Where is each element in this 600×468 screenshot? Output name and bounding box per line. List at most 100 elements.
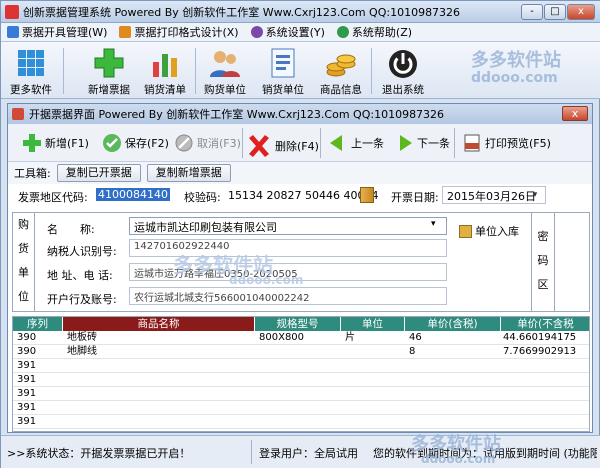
side-char: 单 [18, 266, 29, 279]
maximize-button[interactable]: □ [544, 4, 566, 20]
check-icon [102, 133, 122, 153]
table-row[interactable]: 391 [13, 359, 589, 373]
print-preview-label: 打印预览(F5) [485, 137, 551, 150]
seller-unit-label: 销货单位 [262, 84, 304, 96]
cipher-char: 码 [537, 254, 549, 267]
cell-seq: 390 [17, 332, 37, 343]
toolbar-divider [242, 128, 243, 158]
delete-x-icon [246, 133, 272, 159]
check-code-label: 校验码: [184, 191, 221, 204]
copy-new-button[interactable]: 复制新增票据 [146, 164, 231, 182]
column-header-name[interactable]: 商品名称 [63, 317, 255, 331]
buyer-side-label: 购 货 单 位 [13, 213, 35, 311]
address-label: 地 址、电 话: [47, 269, 113, 282]
table-row[interactable]: 391 [13, 373, 589, 387]
product-info-label: 商品信息 [320, 84, 362, 96]
buyer-section: 购 货 单 位 名 称: 运城市凯达印刷包装有限公司 ▾ 纳税人识别号: 142… [12, 212, 590, 312]
calculator-icon[interactable] [360, 187, 374, 203]
buyer-unit-button[interactable]: 购货单位 [197, 44, 253, 98]
invoice-close-button[interactable]: x [562, 106, 588, 121]
bank-field[interactable]: 农行运城北城支行566001040002242 [129, 287, 447, 305]
product-info-button[interactable]: 商品信息 [313, 44, 369, 98]
print-design-menu-icon [119, 26, 132, 38]
copy-issued-button[interactable]: 复制已开票据 [56, 164, 141, 182]
table-row[interactable]: 391 [13, 401, 589, 415]
prev-label: 上一条 [351, 137, 384, 150]
toolbar-divider [195, 48, 196, 94]
invoice-window: 开据票据界面 Powered By 创新软件工作室 Www.Cxrj123.Co… [7, 103, 593, 433]
add-unit-button[interactable]: 单位入库 [459, 223, 519, 239]
toolbar-divider [454, 128, 455, 158]
column-header-seq[interactable]: 序列 [13, 317, 63, 331]
region-code-label: 发票地区代码: [18, 191, 88, 204]
next-button[interactable]: 下一条 [394, 133, 450, 153]
region-code-field[interactable]: 4100084140 [96, 188, 170, 201]
column-header-unit[interactable]: 单位 [341, 317, 405, 331]
table-row[interactable]: 390 地脚线 8 7.7669902913 [13, 345, 589, 359]
login-user-text: 登录用户：全局试用 [259, 447, 358, 460]
menu-print-design[interactable]: 票据打印格式设计(X) [119, 24, 239, 40]
exit-system-button[interactable]: 退出系统 [375, 44, 431, 98]
close-button[interactable]: x [567, 4, 595, 20]
print-preview-button[interactable]: 打印预览(F5) [462, 133, 551, 153]
more-software-button[interactable]: 更多软件 [3, 44, 59, 98]
cell-name: 地脚线 [67, 346, 97, 357]
status-bar: >>系统状态：开据发票票据已开启！ 登录用户：全局试用 您的软件到期时间为：试用… [1, 434, 600, 468]
print-preview-icon [462, 133, 482, 153]
column-header-spec[interactable]: 规格型号 [255, 317, 341, 331]
add-button[interactable]: 新增(F1) [22, 133, 89, 153]
users-icon [208, 46, 242, 80]
cipher-char: 密 [537, 230, 549, 243]
side-char: 货 [18, 242, 29, 255]
exit-system-label: 退出系统 [382, 84, 424, 96]
coins-icon [324, 46, 358, 80]
previous-button[interactable]: 上一条 [328, 133, 384, 153]
buyer-name-dropdown-icon[interactable]: ▾ [431, 219, 436, 229]
app-title: 创新票据管理系统 Powered By 创新软件工作室 Www.Cxrj123.… [23, 5, 461, 19]
bank-label: 开户行及账号: [47, 293, 117, 306]
main-window: 创新票据管理系统 Powered By 创新软件工作室 Www.Cxrj123.… [0, 0, 600, 468]
invoice-window-title: 开据票据界面 Powered By 创新软件工作室 Www.Cxrj123.Co… [29, 108, 445, 121]
power-icon [386, 46, 420, 80]
check-code-field[interactable]: 15134 20827 50446 40034 [228, 189, 378, 202]
watermark-url: ddooo.com [471, 70, 558, 86]
menu-label: 系统设置(Y) [265, 26, 325, 39]
buyer-name-select[interactable]: 运城市凯达印刷包装有限公司 [129, 217, 447, 235]
minimize-button[interactable]: - [521, 4, 543, 20]
menu-label: 票据开具管理(W) [22, 26, 108, 39]
table-row[interactable]: 391 [13, 415, 589, 429]
cancel-label: 取消(F3) [197, 137, 241, 150]
buyer-name-label: 名 称: [47, 223, 95, 236]
table-row[interactable]: 390 地板砖 800X800 片 46 44.660194175 [13, 331, 589, 345]
menu-system-help[interactable]: 系统帮助(Z) [336, 24, 412, 40]
cell-price-notax: 7.7669902913 [503, 346, 577, 357]
menu-system-settings[interactable]: 系统设置(Y) [250, 24, 325, 40]
cancel-button[interactable]: 取消(F3) [174, 133, 241, 153]
toolbar-divider [371, 48, 372, 94]
cell-price-tax: 8 [409, 346, 416, 357]
save-button[interactable]: 保存(F2) [102, 133, 169, 153]
menu-invoice-management[interactable]: 票据开具管理(W) [7, 24, 107, 40]
arrow-right-icon [394, 133, 414, 153]
sales-list-button[interactable]: 销货清单 [137, 44, 193, 98]
table-row[interactable]: 391 [13, 387, 589, 401]
toolbar-divider [320, 128, 321, 158]
tax-id-label: 纳税人识别号: [47, 245, 117, 258]
seller-unit-button[interactable]: 销货单位 [255, 44, 311, 98]
column-header-price-tax[interactable]: 单价(含税) [405, 317, 501, 331]
watermark-url: ddooo.com [229, 273, 304, 287]
buyer-unit-label: 购货单位 [204, 84, 246, 96]
cell-seq: 391 [17, 402, 37, 413]
invoice-window-titlebar: 开据票据界面 Powered By 创新软件工作室 Www.Cxrj123.Co… [8, 104, 592, 124]
toolbar-divider [63, 48, 64, 94]
toolbox-label: 工具箱: [14, 167, 51, 180]
column-header-price-notax[interactable]: 单价(不含税 [501, 317, 589, 331]
invoice-action-toolbar: 新增(F1) 保存(F2) 取消(F3) 删除(F4) 上一条 下一条 打印预览… [8, 124, 592, 162]
add-invoice-button[interactable]: 新增票据 [81, 44, 137, 98]
delete-button[interactable]: 删除(F4) [246, 133, 319, 159]
title-bar: 创新票据管理系统 Powered By 创新软件工作室 Www.Cxrj123.… [1, 1, 600, 23]
system-status-text: >>系统状态：开据发票票据已开启！ [7, 447, 191, 460]
cell-seq: 391 [17, 388, 37, 399]
calendar-dropdown-icon[interactable]: ▾ [528, 188, 542, 202]
main-toolbar: 更多软件 新增票据 销货清单 购货单位 销货单位 商品信息 退出系统 多多软件站… [1, 42, 600, 99]
